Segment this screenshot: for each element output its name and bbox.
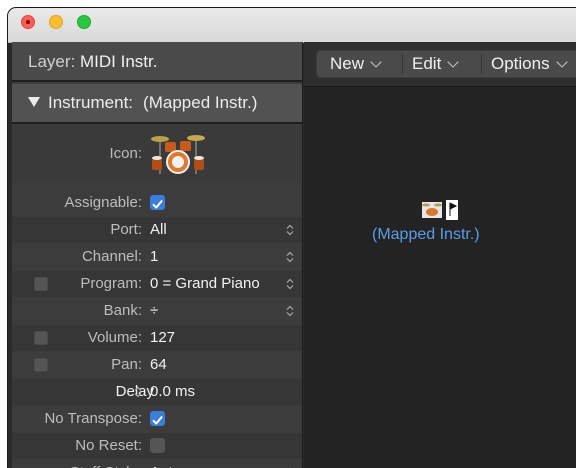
options-menu-label: Options xyxy=(491,54,550,73)
layer-label: Layer: xyxy=(28,52,76,71)
chevron-down-icon xyxy=(555,56,568,68)
new-menu-label: New xyxy=(330,54,365,73)
no-transpose-row: No Transpose: xyxy=(12,406,302,432)
pan-label: Pan: xyxy=(111,356,142,373)
toolbar-divider xyxy=(402,54,403,74)
staff-style-row[interactable]: Staff Style: Auto xyxy=(12,460,302,468)
edit-menu-button[interactable]: Edit xyxy=(412,50,459,78)
instrument-label: Instrument: xyxy=(48,93,134,112)
program-enable-checkbox[interactable] xyxy=(34,277,48,291)
up-down-stepper-icon[interactable] xyxy=(286,224,294,236)
edit-menu-label: Edit xyxy=(412,54,442,73)
layer-value: MIDI Instr. xyxy=(79,52,158,71)
pan-enable-checkbox[interactable] xyxy=(34,358,48,372)
disclosure-triangle-icon[interactable] xyxy=(28,96,40,107)
inspector-panel: Layer: MIDI Instr. Instrument: (Mapped In… xyxy=(12,42,303,468)
environment-toolbar: New Edit Options xyxy=(304,42,576,87)
up-down-stepper-icon[interactable] xyxy=(286,305,294,317)
layer-header[interactable]: Layer: MIDI Instr. xyxy=(12,42,302,82)
no-reset-label: No Reset: xyxy=(75,437,142,454)
up-down-stepper-icon[interactable] xyxy=(134,386,142,398)
assignable-row: Assignable: xyxy=(12,190,302,216)
program-label: Program: xyxy=(80,275,142,292)
staff-style-label: Staff Style: xyxy=(70,460,142,468)
options-menu-button[interactable]: Options xyxy=(491,50,568,78)
delay-row[interactable]: Delay 0.0 ms xyxy=(12,379,302,405)
title-bar[interactable] xyxy=(8,8,576,43)
delay-value[interactable]: 0.0 ms xyxy=(150,379,195,405)
program-value[interactable]: 0 = Grand Piano xyxy=(150,271,260,297)
close-window-button[interactable] xyxy=(21,15,35,29)
pan-value[interactable]: 64 xyxy=(150,352,167,378)
no-reset-checkbox[interactable] xyxy=(150,438,165,453)
channel-value[interactable]: 1 xyxy=(150,244,158,270)
bank-label: Bank: xyxy=(103,302,142,319)
port-label: Port: xyxy=(110,221,142,238)
bank-row[interactable]: Bank: ÷ xyxy=(12,298,302,324)
zoom-window-button[interactable] xyxy=(77,15,91,29)
no-transpose-label: No Transpose: xyxy=(44,410,142,427)
toolbar-divider xyxy=(481,54,482,74)
chevron-down-icon xyxy=(447,56,459,68)
assignable-checkbox[interactable] xyxy=(150,195,165,210)
volume-row[interactable]: Volume: 127 xyxy=(12,325,302,351)
port-value[interactable]: All xyxy=(150,217,167,243)
volume-enable-checkbox[interactable] xyxy=(34,331,48,345)
mapped-instrument-label[interactable]: (Mapped Instr.) xyxy=(372,226,480,244)
instrument-section-header[interactable]: Instrument: (Mapped Instr.) xyxy=(12,84,302,124)
bank-value[interactable]: ÷ xyxy=(150,298,158,324)
checkmark-icon xyxy=(152,416,163,425)
up-down-stepper-icon[interactable] xyxy=(286,278,294,290)
program-row[interactable]: Program: 0 = Grand Piano xyxy=(12,271,302,297)
no-transpose-checkbox[interactable] xyxy=(150,411,165,426)
environment-area[interactable]: New Edit Options (Mapped Instr.) xyxy=(304,42,576,468)
staff-style-value[interactable]: Auto xyxy=(150,460,181,468)
up-down-stepper-icon[interactable] xyxy=(286,251,294,263)
mapped-instrument-object[interactable] xyxy=(414,198,474,222)
pan-row[interactable]: Pan: 64 xyxy=(12,352,302,378)
port-row[interactable]: Port: All xyxy=(12,217,302,243)
no-reset-row: No Reset: xyxy=(12,433,302,459)
instrument-name: (Mapped Instr.) xyxy=(143,93,258,112)
volume-value[interactable]: 127 xyxy=(150,325,175,351)
chevron-down-icon xyxy=(370,56,382,68)
minimize-window-button[interactable] xyxy=(49,15,63,29)
new-menu-button[interactable]: New xyxy=(330,50,382,78)
checkmark-icon xyxy=(152,200,163,209)
environment-window: Layer: MIDI Instr. Instrument: (Mapped In… xyxy=(8,8,576,468)
drum-kit-icon[interactable] xyxy=(150,130,206,176)
icon-label: Icon: xyxy=(109,145,142,162)
channel-label: Channel: xyxy=(81,248,142,265)
channel-row[interactable]: Channel: 1 xyxy=(12,244,302,270)
icon-row: Icon: xyxy=(12,126,302,182)
menu-button-group: New Edit Options xyxy=(316,50,576,78)
volume-label: Volume: xyxy=(87,329,142,346)
assignable-label: Assignable: xyxy=(64,194,142,211)
